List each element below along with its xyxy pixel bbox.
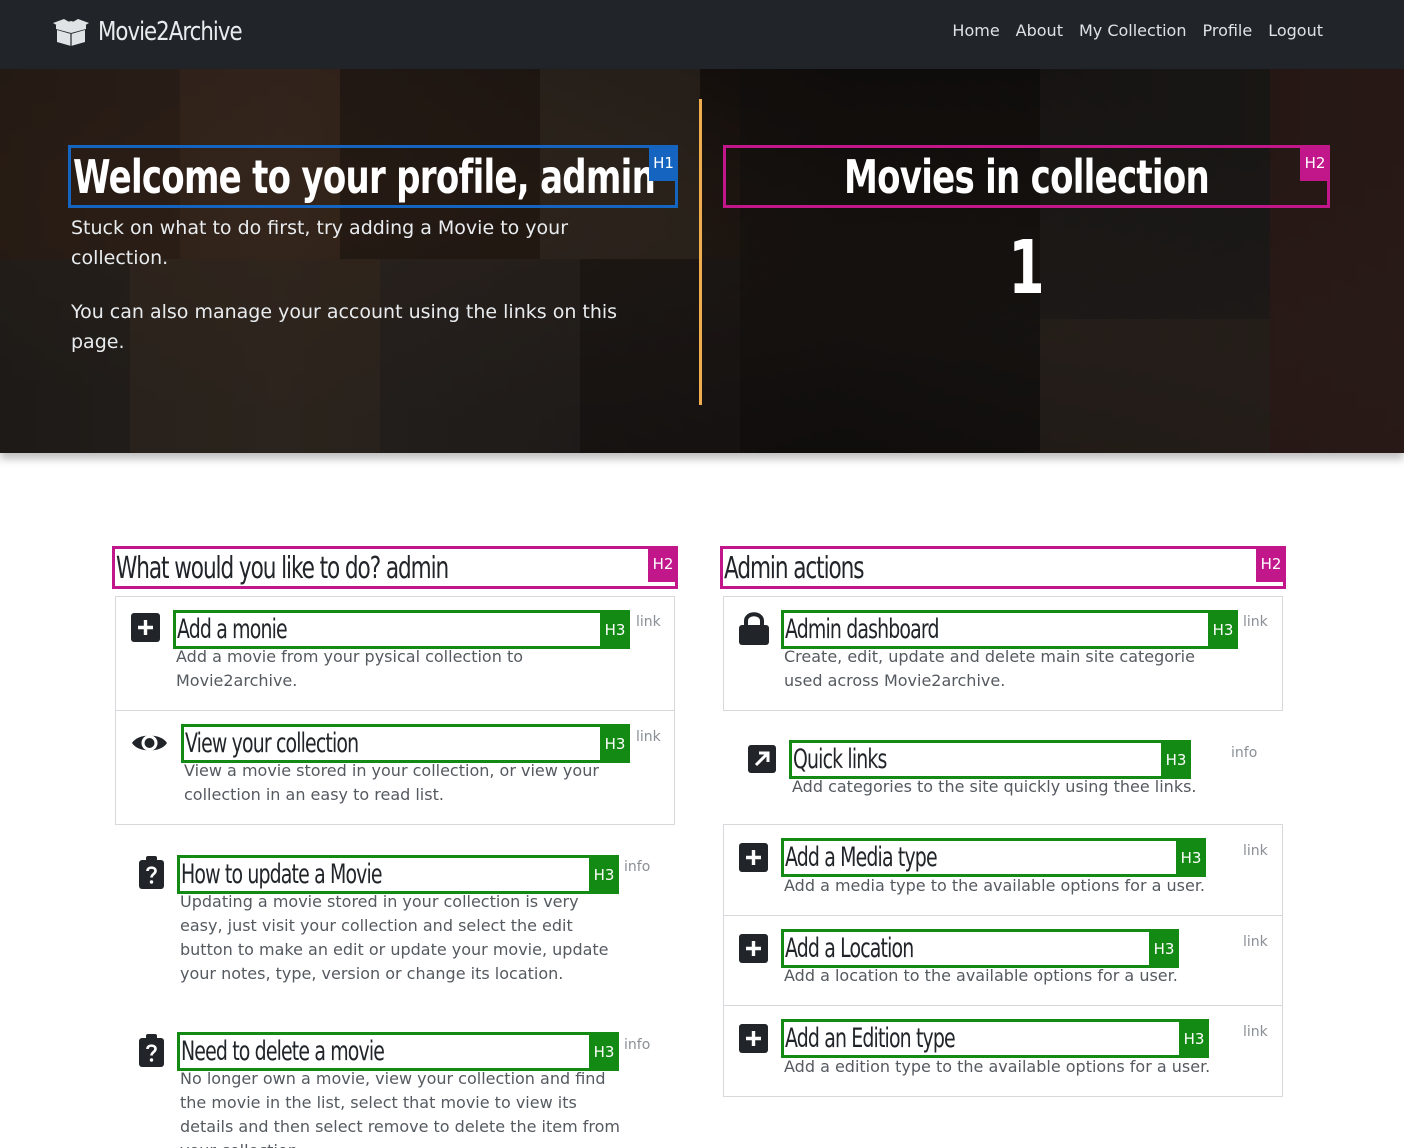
item-title[interactable]: Add an Edition type (785, 1023, 956, 1054)
item-description: Add a edition type to the available opti… (784, 1057, 1211, 1076)
item-description: View a movie stored in your collection, … (184, 761, 599, 804)
heading-level-badge: H3 (1161, 740, 1191, 779)
card-divider (724, 915, 1282, 916)
profile-hero: Welcome to your profile, admin H1 Stuck … (0, 69, 1404, 453)
navbar: Movie2Archive Home About My Collection P… (0, 0, 1404, 69)
item-heading: Need to delete a movie H3 (177, 1032, 619, 1071)
item-type-tag: info (1231, 745, 1258, 761)
user-actions-heading-text: What would you like to do? admin (116, 551, 449, 586)
card-divider (724, 1005, 1282, 1006)
heading-level-badge: H2 (648, 546, 678, 582)
heading-level-badge: H2 (1300, 145, 1330, 181)
item-type-tag: link (636, 729, 661, 745)
plus-square-icon (131, 613, 160, 642)
item-heading: Add an Edition type H3 (781, 1019, 1209, 1058)
eye-icon (132, 735, 167, 751)
item-heading: How to update a Movie H3 (177, 855, 619, 894)
brand-link[interactable]: Movie2Archive (52, 14, 273, 50)
item-description: No longer own a movie, view your collect… (180, 1069, 620, 1148)
item-heading: Admin dashboard H3 (781, 610, 1238, 649)
item-description: Add a location to the available options … (784, 966, 1178, 985)
main-nav: Home About My Collection Profile Logout (952, 21, 1323, 40)
item-title[interactable]: Add a monie (177, 614, 288, 645)
item-heading: Add a Location H3 (781, 929, 1179, 968)
clipboard-question-icon (139, 856, 164, 889)
heading-level-badge: H3 (600, 610, 630, 649)
collection-count-heading: Movies in collection H2 (723, 145, 1330, 208)
item-type-tag: link (1243, 934, 1268, 950)
item-type-tag: info (624, 1037, 651, 1053)
hero-manage-text: You can also manage your account using t… (71, 301, 618, 353)
heading-level-badge: H3 (1179, 1019, 1209, 1058)
item-type-tag: link (1243, 1024, 1268, 1040)
item-title[interactable]: View your collection (185, 728, 359, 759)
item-type-tag: info (624, 859, 651, 875)
item-description: Add a media type to the available option… (784, 876, 1206, 895)
item-heading: View your collection H3 (181, 724, 630, 763)
item-type-tag: link (1243, 614, 1268, 630)
external-link-square-icon (748, 745, 776, 773)
heading-level-badge: H3 (600, 724, 630, 763)
item-title[interactable]: Add a Media type (785, 842, 938, 873)
item-title[interactable]: Admin dashboard (785, 614, 939, 645)
admin-actions-heading: Admin actions H2 (720, 546, 1286, 589)
hero-intro-text: Stuck on what to do first, try adding a … (71, 217, 569, 269)
brand-name: Movie2Archive (98, 17, 243, 47)
welcome-heading: Welcome to your profile, admin H1 (68, 145, 678, 208)
nav-profile[interactable]: Profile (1202, 21, 1252, 40)
item-title: Need to delete a movie (181, 1036, 385, 1067)
nav-home[interactable]: Home (952, 21, 999, 40)
nav-my-collection[interactable]: My Collection (1079, 21, 1187, 40)
user-actions-heading: What would you like to do? admin H2 (112, 546, 678, 589)
item-title[interactable]: Add a Location (785, 933, 914, 964)
item-description: Create, edit, update and delete main sit… (784, 647, 1195, 690)
heading-level-badge: H3 (1208, 610, 1238, 649)
item-type-tag: link (636, 614, 661, 630)
plus-square-icon (739, 1024, 768, 1053)
item-heading: Add a Media type H3 (781, 838, 1206, 877)
clipboard-question-icon (139, 1034, 164, 1067)
card-divider (116, 710, 674, 711)
item-description: Updating a movie stored in your collecti… (180, 892, 609, 983)
collection-count: 1 (1008, 225, 1045, 311)
heading-level-badge: H2 (1256, 546, 1286, 582)
collection-count-heading-text: Movies in collection (843, 150, 1210, 204)
nav-about[interactable]: About (1016, 21, 1063, 40)
plus-square-icon (739, 843, 768, 872)
box-open-icon (53, 19, 89, 46)
item-description: Add categories to the site quickly using… (792, 777, 1197, 796)
item-heading: Quick links H3 (789, 740, 1191, 779)
heading-level-badge: H3 (1176, 838, 1206, 877)
item-type-tag: link (1243, 843, 1268, 859)
item-description: Add a movie from your pysical collection… (176, 647, 524, 690)
heading-level-badge: H3 (589, 855, 619, 894)
item-title: Quick links (793, 744, 887, 775)
item-title: How to update a Movie (181, 859, 383, 890)
plus-square-icon (739, 934, 768, 963)
item-heading: Add a monie H3 (173, 610, 630, 649)
hero-divider (699, 99, 702, 405)
nav-logout[interactable]: Logout (1268, 21, 1323, 40)
welcome-heading-text: Welcome to your profile, admin (73, 150, 656, 204)
admin-actions-heading-text: Admin actions (724, 551, 864, 586)
heading-level-badge: H3 (589, 1032, 619, 1071)
lock-icon (739, 612, 769, 645)
heading-level-badge: H3 (1149, 929, 1179, 968)
heading-level-badge: H1 (649, 145, 678, 181)
